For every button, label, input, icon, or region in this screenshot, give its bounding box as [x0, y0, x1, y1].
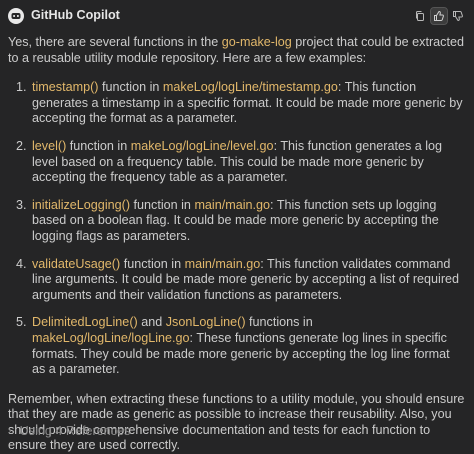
- list-item: level() function in makeLog/logLine/leve…: [30, 139, 466, 186]
- function-list: timestamp() function in makeLog/logLine/…: [8, 80, 466, 378]
- list-item: timestamp() function in makeLog/logLine/…: [30, 80, 466, 127]
- thumbs-down-icon[interactable]: [450, 8, 466, 24]
- function-reference[interactable]: timestamp(): [32, 80, 98, 94]
- item-text: functions in: [245, 315, 313, 330]
- file-reference[interactable]: makeLog/logLine/timestamp.go: [163, 80, 338, 94]
- intro-paragraph: Yes, there are several functions in the …: [8, 35, 466, 66]
- project-name[interactable]: go-make-log: [222, 35, 292, 49]
- file-reference[interactable]: makeLog/logLine/logLine.go: [32, 331, 190, 345]
- chevron-right-icon: ›: [8, 425, 12, 438]
- file-reference[interactable]: main/main.go: [185, 257, 261, 271]
- item-text: function in: [120, 256, 185, 271]
- response-actions: [412, 7, 466, 25]
- references-toggle[interactable]: › Using 4 References: [8, 424, 130, 440]
- list-item: validateUsage() function in main/main.go…: [30, 257, 466, 304]
- file-reference[interactable]: main/main.go: [194, 198, 270, 212]
- function-reference[interactable]: JsonLogLine(): [166, 315, 246, 329]
- item-text: function in: [98, 80, 163, 95]
- intro-text: Yes, there are several functions in the: [8, 35, 222, 49]
- function-reference[interactable]: DelimitedLogLine(): [32, 315, 138, 329]
- function-reference[interactable]: validateUsage(): [32, 257, 120, 271]
- copilot-chat-panel: GitHub Copilot Yes, there are several fu…: [0, 0, 474, 452]
- list-item: initializeLogging() function in main/mai…: [30, 198, 466, 245]
- chat-header: GitHub Copilot: [8, 6, 466, 26]
- thumbs-up-icon[interactable]: [430, 7, 448, 25]
- copy-icon[interactable]: [412, 8, 428, 24]
- file-reference[interactable]: makeLog/logLine/level.go: [131, 139, 274, 153]
- closing-paragraph: Remember, when extracting these function…: [8, 391, 465, 453]
- copilot-logo-icon: [8, 8, 24, 24]
- list-item: DelimitedLogLine() and JsonLogLine() fun…: [30, 315, 466, 377]
- chat-title: GitHub Copilot: [31, 8, 120, 23]
- function-reference[interactable]: initializeLogging(): [32, 198, 130, 212]
- function-reference[interactable]: level(): [32, 139, 66, 153]
- item-text: function in: [130, 197, 195, 212]
- item-text: and: [137, 315, 166, 330]
- references-label: Using 4 References: [19, 424, 131, 439]
- item-text: function in: [66, 138, 131, 153]
